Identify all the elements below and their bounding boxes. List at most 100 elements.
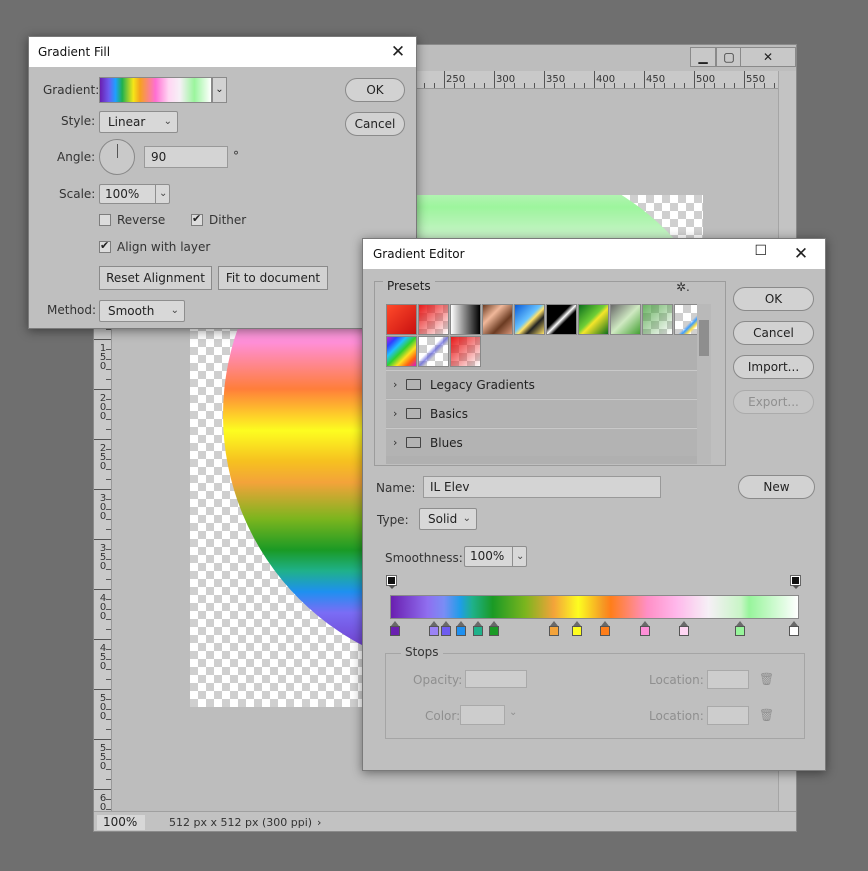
chevron-down-icon: ⌄ bbox=[512, 547, 526, 566]
close-icon[interactable]: ✕ bbox=[384, 39, 412, 65]
presets-scrollbar[interactable] bbox=[697, 304, 711, 464]
scale-select[interactable]: 100% ⌄ bbox=[99, 184, 170, 204]
gradient-bar[interactable] bbox=[390, 595, 799, 619]
method-label: Method: bbox=[47, 303, 97, 317]
smoothness-select[interactable]: 100% ⌄ bbox=[464, 546, 527, 567]
color-stop[interactable] bbox=[472, 621, 483, 636]
color-swatch-input[interactable] bbox=[460, 705, 505, 725]
ruler-label: 500 bbox=[696, 74, 716, 85]
ruler-label: 3 5 0 bbox=[99, 543, 107, 572]
reverse-label: Reverse bbox=[117, 213, 166, 227]
ruler-tick bbox=[106, 729, 111, 730]
ruler-tick bbox=[484, 83, 485, 88]
chevron-down-icon[interactable]: ⌄ bbox=[509, 707, 517, 718]
scroll-thumb[interactable] bbox=[699, 320, 709, 356]
name-input[interactable]: IL Elev bbox=[423, 476, 661, 498]
minimize-button[interactable]: ▁ bbox=[690, 47, 716, 67]
folder-blues[interactable]: › Blues bbox=[386, 428, 697, 456]
chevron-down-icon[interactable]: ⌄ bbox=[212, 77, 227, 103]
color-stop[interactable] bbox=[429, 621, 440, 636]
stops-group bbox=[385, 653, 805, 739]
angle-dial[interactable] bbox=[99, 139, 135, 175]
export-button[interactable]: Export... bbox=[733, 390, 814, 414]
ruler-tick bbox=[94, 389, 111, 390]
chevron-down-icon: ⌄ bbox=[462, 513, 471, 524]
ruler-tick bbox=[94, 339, 111, 340]
method-select[interactable]: Smooth ⌄ bbox=[99, 300, 185, 322]
maximize-button[interactable]: ▢ bbox=[716, 47, 742, 67]
fit-to-document-button[interactable]: Fit to document bbox=[218, 266, 328, 290]
ruler-tick bbox=[474, 83, 475, 88]
folder-legacy-gradients[interactable]: › Legacy Gradients bbox=[386, 370, 697, 398]
preset-swatch[interactable] bbox=[514, 304, 545, 335]
preset-swatch[interactable] bbox=[642, 304, 673, 335]
method-value: Smooth bbox=[108, 304, 155, 318]
color-stop[interactable] bbox=[639, 621, 650, 636]
gradient-preview[interactable] bbox=[99, 77, 212, 103]
folder-icon bbox=[406, 379, 421, 390]
preset-swatch[interactable] bbox=[418, 336, 449, 367]
dither-checkbox[interactable] bbox=[191, 212, 203, 226]
preset-swatch[interactable] bbox=[450, 336, 481, 367]
cancel-button[interactable]: Cancel bbox=[345, 112, 405, 136]
document-close-button[interactable]: ✕ bbox=[740, 47, 796, 67]
ruler-label: 350 bbox=[546, 74, 566, 85]
preset-swatch[interactable] bbox=[386, 336, 417, 367]
import-button[interactable]: Import... bbox=[733, 355, 814, 379]
color-stop[interactable] bbox=[572, 621, 583, 636]
preset-swatch[interactable] bbox=[578, 304, 609, 335]
preset-swatch[interactable] bbox=[450, 304, 481, 335]
style-select[interactable]: Linear ⌄ bbox=[99, 111, 178, 133]
color-stop[interactable] bbox=[548, 621, 559, 636]
align-with-layer-checkbox[interactable] bbox=[99, 239, 111, 253]
angle-input[interactable]: 90 bbox=[144, 146, 228, 168]
chevron-down-icon: ⌄ bbox=[163, 116, 172, 127]
color-stop[interactable] bbox=[441, 621, 452, 636]
ok-button[interactable]: OK bbox=[345, 78, 405, 102]
ruler-tick bbox=[734, 83, 735, 88]
reset-alignment-button[interactable]: Reset Alignment bbox=[99, 266, 212, 290]
ruler-tick bbox=[94, 489, 111, 490]
cancel-button[interactable]: Cancel bbox=[733, 321, 814, 345]
ruler-tick bbox=[94, 439, 111, 440]
color-stop[interactable] bbox=[390, 621, 400, 636]
zoom-level[interactable]: 100% bbox=[97, 815, 145, 830]
ok-button[interactable]: OK bbox=[733, 287, 814, 311]
color-stop[interactable] bbox=[735, 621, 746, 636]
color-stop[interactable] bbox=[599, 621, 610, 636]
color-location-input[interactable] bbox=[707, 706, 749, 725]
folder-basics[interactable]: › Basics bbox=[386, 399, 697, 427]
gear-icon[interactable]: ✲. bbox=[676, 280, 690, 294]
opacity-location-input[interactable] bbox=[707, 670, 749, 689]
ruler-label: 250 bbox=[446, 74, 466, 85]
close-icon[interactable]: ✕ bbox=[787, 241, 815, 267]
opacity-stop-left[interactable] bbox=[386, 575, 397, 589]
opacity-stop-right[interactable] bbox=[790, 575, 801, 589]
folder-label: Blues bbox=[430, 436, 463, 450]
reverse-checkbox[interactable] bbox=[99, 214, 111, 226]
color-stop[interactable] bbox=[456, 621, 467, 636]
ruler-tick bbox=[524, 83, 525, 88]
preset-swatch[interactable] bbox=[546, 304, 577, 335]
trash-icon[interactable]: 🗑 bbox=[759, 672, 774, 686]
preset-swatch[interactable] bbox=[418, 304, 449, 335]
trash-icon[interactable]: 🗑 bbox=[759, 708, 774, 722]
preset-swatch[interactable] bbox=[482, 304, 513, 335]
color-stop[interactable] bbox=[488, 621, 499, 636]
status-arrow-icon[interactable]: › bbox=[317, 815, 321, 830]
opacity-select[interactable] bbox=[465, 670, 527, 688]
preset-list[interactable]: › Legacy Gradients › Basics › Blues bbox=[386, 304, 711, 464]
preset-swatch[interactable] bbox=[386, 304, 417, 335]
color-stop[interactable] bbox=[679, 621, 690, 636]
type-select[interactable]: Solid ⌄ bbox=[419, 508, 477, 530]
preset-swatch[interactable] bbox=[610, 304, 641, 335]
maximize-icon[interactable]: ☐ bbox=[754, 243, 767, 259]
new-button[interactable]: New bbox=[738, 475, 815, 499]
smoothness-label: Smoothness: bbox=[385, 551, 463, 565]
ruler-label: 6 0 bbox=[99, 793, 107, 813]
color-stop[interactable] bbox=[789, 621, 799, 636]
style-label: Style: bbox=[61, 114, 96, 128]
ruler-tick bbox=[684, 83, 685, 88]
ruler-tick bbox=[674, 83, 675, 88]
name-label: Name: bbox=[376, 481, 416, 495]
